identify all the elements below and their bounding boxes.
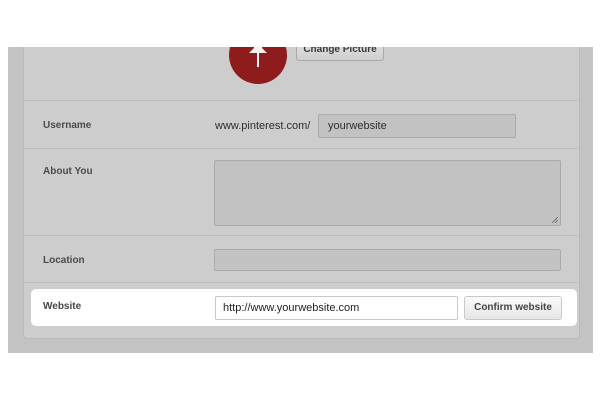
resize-grip-icon[interactable]	[552, 217, 558, 223]
row-divider	[24, 282, 578, 283]
location-input[interactable]	[214, 249, 561, 271]
row-divider	[24, 235, 578, 236]
website-row: Website http://www.yourwebsite.com Confi…	[31, 289, 577, 326]
settings-screen: Change Picture Username www.pinterest.co…	[8, 47, 593, 353]
profile-avatar	[229, 47, 287, 84]
row-divider	[24, 100, 578, 101]
website-label: Website	[43, 301, 82, 312]
website-input[interactable]: http://www.yourwebsite.com	[215, 296, 458, 320]
username-input[interactable]: yourwebsite	[318, 114, 516, 138]
confirm-website-button[interactable]: Confirm website	[464, 296, 562, 320]
username-label: Username	[43, 120, 92, 131]
change-picture-button[interactable]: Change Picture	[296, 47, 384, 61]
about-you-textarea[interactable]	[214, 160, 561, 226]
pushpin-icon	[249, 47, 267, 67]
about-you-label: About You	[43, 166, 93, 177]
row-divider	[24, 148, 578, 149]
location-label: Location	[43, 255, 85, 266]
username-url-prefix: www.pinterest.com/	[215, 120, 311, 132]
